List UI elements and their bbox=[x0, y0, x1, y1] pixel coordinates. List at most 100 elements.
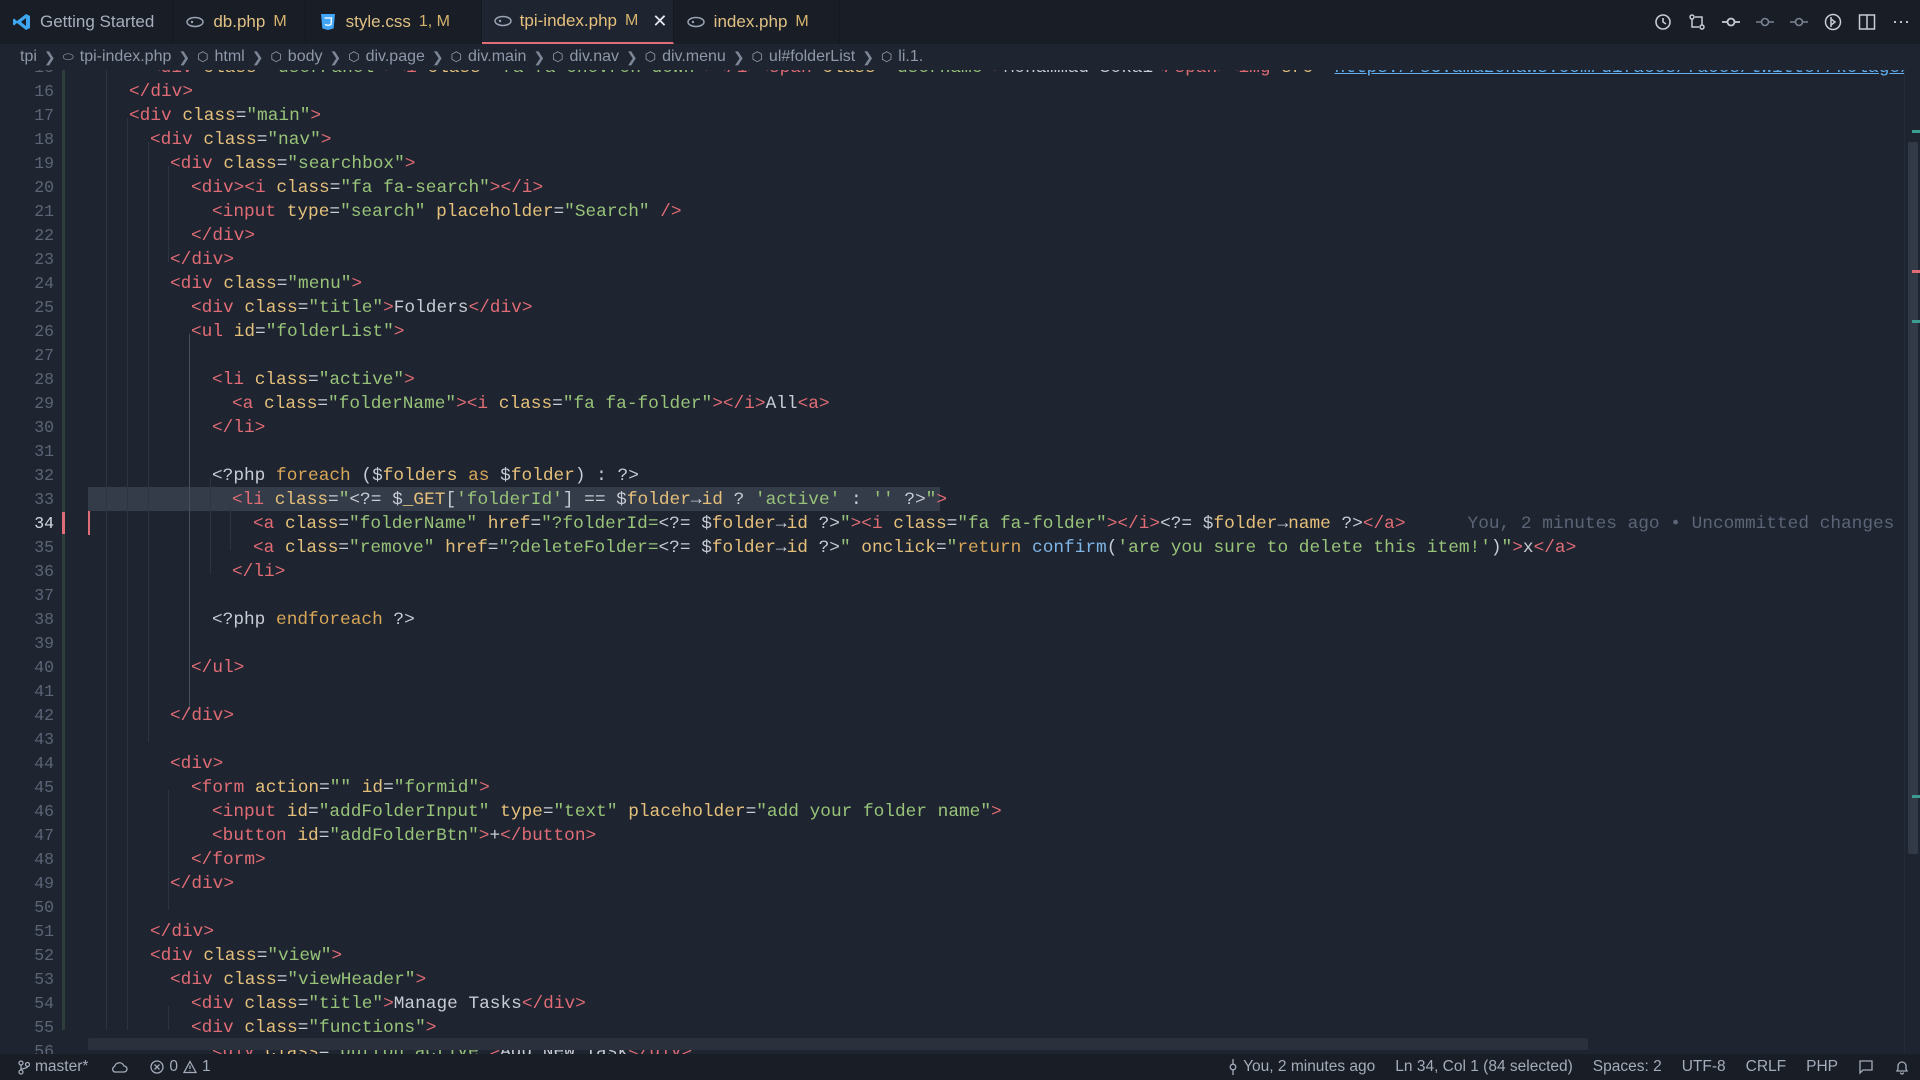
error-icon bbox=[150, 1060, 165, 1074]
line-number[interactable]: 44 bbox=[4, 752, 54, 776]
tab-db-php[interactable]: db.php M bbox=[173, 0, 306, 44]
line-number[interactable]: 19 bbox=[4, 152, 54, 176]
horizontal-scrollbar[interactable] bbox=[88, 1038, 1588, 1050]
split-editor-icon[interactable] bbox=[1856, 11, 1878, 33]
line-number[interactable]: 41 bbox=[4, 680, 54, 704]
breadcrumb-item-symbol[interactable]: ⬡ body bbox=[270, 48, 322, 66]
line-number[interactable]: 15 bbox=[4, 70, 54, 80]
next-change-icon[interactable] bbox=[1788, 11, 1810, 33]
cube-icon: ⬡ bbox=[348, 49, 360, 64]
breadcrumb-item-symbol[interactable]: ⬡ div.page bbox=[348, 48, 425, 66]
vscode-logo-icon bbox=[12, 12, 32, 32]
feedback-icon bbox=[1859, 1060, 1873, 1075]
line-number[interactable]: 16 bbox=[4, 80, 54, 104]
line-number[interactable]: 53 bbox=[4, 968, 54, 992]
tab-label: style.css bbox=[345, 12, 411, 31]
line-number[interactable]: 20 bbox=[4, 176, 54, 200]
image-url-link[interactable]: https://s3.amazonaws.com/uifaces/faces/t… bbox=[1335, 70, 1920, 78]
line-number[interactable]: 22 bbox=[4, 224, 54, 248]
line-number[interactable]: 54 bbox=[4, 992, 54, 1016]
tab-label: Getting Started bbox=[40, 12, 155, 31]
line-number[interactable]: 43 bbox=[4, 728, 54, 752]
line-number[interactable]: 25 bbox=[4, 296, 54, 320]
encoding-setting[interactable]: UTF-8 bbox=[1682, 1058, 1726, 1076]
line-number[interactable]: 26 bbox=[4, 320, 54, 344]
code-line: <div class="menu"> bbox=[170, 274, 363, 294]
breadcrumb-item-symbol[interactable]: ⬡ html bbox=[197, 48, 245, 66]
tab-index-php[interactable]: index.php M bbox=[674, 0, 840, 44]
cursor-position[interactable]: Ln 34, Col 1 (84 selected) bbox=[1395, 1058, 1573, 1076]
line-number[interactable]: 21 bbox=[4, 200, 54, 224]
open-changes-icon[interactable] bbox=[1822, 11, 1844, 33]
line-number[interactable]: 37 bbox=[4, 584, 54, 608]
line-number[interactable]: 39 bbox=[4, 632, 54, 656]
code-lines: <div class="userPanel"><i class="fa fa-c… bbox=[88, 70, 1920, 1064]
code-line: <?php endforeach ?> bbox=[212, 610, 415, 630]
breadcrumb-item-symbol[interactable]: ⬡ div.main bbox=[451, 48, 527, 66]
line-number[interactable]: 38 bbox=[4, 608, 54, 632]
line-number[interactable]: 50 bbox=[4, 896, 54, 920]
line-number[interactable]: 45 bbox=[4, 776, 54, 800]
tab-style-css[interactable]: style.css 1, M bbox=[306, 0, 482, 44]
code-line: </li> bbox=[212, 418, 266, 438]
line-number[interactable]: 18 bbox=[4, 128, 54, 152]
line-number[interactable]: 31 bbox=[4, 440, 54, 464]
breadcrumb-item-folder[interactable]: tpi bbox=[20, 48, 37, 66]
line-number[interactable]: 32 bbox=[4, 464, 54, 488]
code-line: </form> bbox=[191, 850, 266, 870]
breadcrumb-item-symbol[interactable]: ⬡ div.nav bbox=[552, 48, 619, 66]
chevron-right-icon: ❯ bbox=[43, 48, 56, 65]
chevron-right-icon: ❯ bbox=[533, 48, 546, 65]
feedback-button[interactable] bbox=[1858, 1059, 1874, 1075]
line-number[interactable]: 34 bbox=[4, 512, 54, 536]
code-line: <li class="<?= $_GET['folderId'] == $fol… bbox=[232, 490, 948, 510]
indentation-setting[interactable]: Spaces: 2 bbox=[1593, 1058, 1662, 1076]
vertical-scrollbar[interactable] bbox=[1904, 70, 1920, 1064]
problems-indicator[interactable]: 0 1 bbox=[150, 1058, 211, 1076]
code-editor[interactable]: 1516171819202122232425262728293031323334… bbox=[0, 70, 1920, 1064]
line-number[interactable]: 48 bbox=[4, 848, 54, 872]
line-number[interactable]: 30 bbox=[4, 416, 54, 440]
line-ending-setting[interactable]: CRLF bbox=[1746, 1058, 1786, 1076]
tab-getting-started[interactable]: Getting Started bbox=[0, 0, 174, 44]
line-number[interactable]: 33 bbox=[4, 488, 54, 512]
line-number[interactable]: 23 bbox=[4, 248, 54, 272]
line-number[interactable]: 51 bbox=[4, 920, 54, 944]
line-number[interactable]: 36 bbox=[4, 560, 54, 584]
line-number[interactable]: 28 bbox=[4, 368, 54, 392]
previous-change-icon[interactable] bbox=[1754, 11, 1776, 33]
breadcrumb-item-symbol[interactable]: ⬡ div.menu bbox=[645, 48, 726, 66]
line-number[interactable]: 17 bbox=[4, 104, 54, 128]
more-actions-icon[interactable]: ⋯ bbox=[1890, 11, 1912, 33]
timeline-icon[interactable] bbox=[1652, 11, 1674, 33]
breadcrumb-item-file[interactable]: ⬭ tpi-index.php bbox=[63, 48, 172, 66]
line-number[interactable]: 47 bbox=[4, 824, 54, 848]
sync-changes-button[interactable] bbox=[110, 1060, 128, 1074]
line-number[interactable]: 52 bbox=[4, 944, 54, 968]
tab-tpi-index-php[interactable]: tpi-index.php M ✕ bbox=[481, 0, 674, 44]
compare-changes-icon[interactable] bbox=[1686, 11, 1708, 33]
line-number[interactable]: 46 bbox=[4, 800, 54, 824]
git-commit-icon[interactable] bbox=[1720, 11, 1742, 33]
git-blame-annotation[interactable]: You, 2 minutes ago • Uncommitted changes bbox=[1468, 514, 1895, 534]
git-branch-indicator[interactable]: master* bbox=[18, 1058, 88, 1076]
breadcrumb-item-symbol[interactable]: ⬡ li.1. bbox=[881, 48, 923, 66]
code-line: </div> bbox=[170, 706, 235, 726]
breadcrumb-item-symbol[interactable]: ⬡ ul#folderList bbox=[752, 48, 856, 66]
line-number[interactable]: 49 bbox=[4, 872, 54, 896]
scrollbar-thumb[interactable] bbox=[1908, 142, 1918, 854]
git-blame-status[interactable]: You, 2 minutes ago bbox=[1228, 1058, 1375, 1076]
line-number[interactable]: 55 bbox=[4, 1016, 54, 1040]
code-line: <a class="folderName"><i class="fa fa-fo… bbox=[232, 394, 830, 414]
chevron-right-icon: ❯ bbox=[178, 48, 191, 65]
line-number[interactable]: 29 bbox=[4, 392, 54, 416]
line-number[interactable]: 24 bbox=[4, 272, 54, 296]
line-number[interactable]: 27 bbox=[4, 344, 54, 368]
cube-icon: ⬡ bbox=[751, 49, 763, 64]
line-number[interactable]: 35 bbox=[4, 536, 54, 560]
language-mode[interactable]: PHP bbox=[1806, 1058, 1838, 1076]
line-number[interactable]: 42 bbox=[4, 704, 54, 728]
notifications-button[interactable] bbox=[1894, 1059, 1910, 1075]
line-number[interactable]: 40 bbox=[4, 656, 54, 680]
close-icon[interactable]: ✕ bbox=[652, 11, 667, 32]
